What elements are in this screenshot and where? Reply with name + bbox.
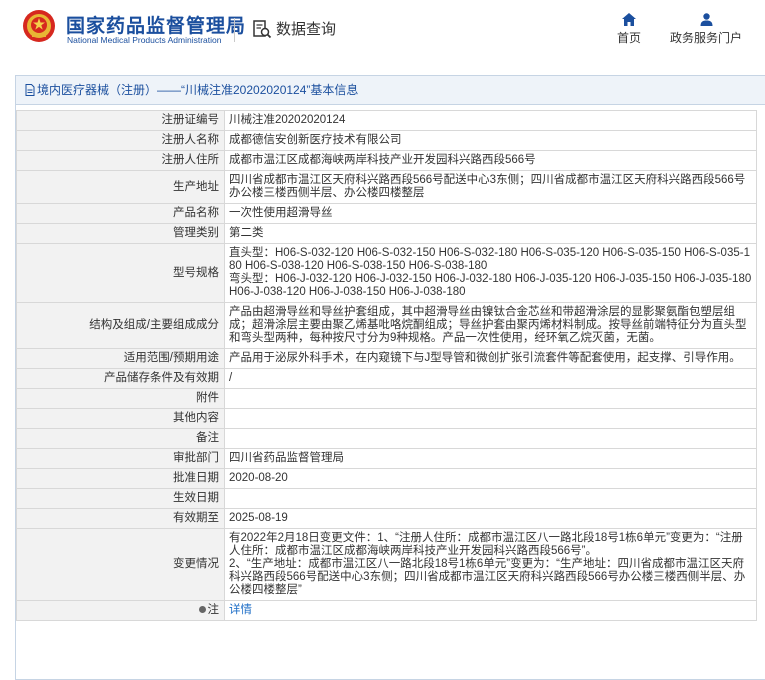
- row-value: 产品用于泌尿外科手术，在内窥镜下与J型导管和微创扩张引流套件等配套使用，起支撑、…: [224, 348, 757, 369]
- table-row: 有效期至 2025-08-19: [16, 508, 757, 529]
- row-value: [224, 408, 757, 429]
- row-label: 生产地址: [16, 170, 225, 204]
- table-row: 适用范围/预期用途 产品用于泌尿外科手术，在内窥镜下与J型导管和微创扩张引流套件等…: [16, 348, 757, 369]
- table-row: 生产地址 四川省成都市温江区天府科兴路西段566号配送中心3东侧；四川省成都市温江…: [16, 170, 757, 204]
- details-link[interactable]: 详情: [229, 604, 252, 616]
- row-label: 管理类别: [16, 223, 225, 244]
- pin-icon: [198, 606, 206, 613]
- table-row: 注册人住所 成都市温江区成都海峡两岸科技产业开发园科兴路西段566号: [16, 150, 757, 171]
- home-icon: [622, 13, 636, 26]
- nav-home-label: 首页: [616, 31, 641, 45]
- row-value: 直头型：H06-S-032-120 H06-S-032-150 H06-S-03…: [224, 243, 757, 303]
- data-query-label: 数据查询: [276, 21, 337, 38]
- row-label: 注册人名称: [16, 130, 225, 151]
- row-value: 川械注准20202020124: [224, 110, 757, 131]
- row-value: 成都德信安创新医疗技术有限公司: [224, 130, 757, 151]
- site-name[interactable]: 国家药品监督管理局: [66, 11, 246, 38]
- row-value: /: [224, 368, 757, 389]
- table-row: 批准日期 2020-08-20: [16, 468, 757, 489]
- data-query-link[interactable]: 数据查询: [252, 18, 336, 39]
- table-row-note: 注 详情: [16, 600, 757, 621]
- row-value: 第二类: [224, 223, 757, 244]
- breadcrumb-text: 境内医疗器械（注册）——“川械注准20202020124”基本信息: [37, 83, 359, 97]
- breadcrumb: 境内医疗器械（注册）——“川械注准20202020124”基本信息: [16, 76, 765, 105]
- table-row: 注册人名称 成都德信安创新医疗技术有限公司: [16, 130, 757, 151]
- row-label: 产品储存条件及有效期: [16, 368, 225, 389]
- detail-panel: 境内医疗器械（注册）——“川械注准20202020124”基本信息 注册证编号川…: [15, 75, 765, 680]
- row-value: [224, 388, 757, 409]
- table-row: 生效日期: [16, 488, 757, 509]
- table-row: 型号规格 直头型：H06-S-032-120 H06-S-032-150 H06-…: [16, 243, 757, 303]
- row-value: [224, 488, 757, 509]
- row-label: 注册人住所: [16, 150, 225, 171]
- row-label: 有效期至: [16, 508, 225, 529]
- row-value: 产品由超滑导丝和导丝护套组成，其中超滑导丝由镍钛合金芯丝和带超滑涂层的显影聚氨酯…: [224, 302, 757, 349]
- table-row: 产品名称 一次性使用超滑导丝: [16, 203, 757, 224]
- national-emblem-icon: [23, 10, 55, 42]
- table-row: 附件: [16, 388, 757, 409]
- row-label: 附件: [16, 388, 225, 409]
- row-label: 型号规格: [16, 243, 225, 303]
- table-row: 备注: [16, 428, 757, 449]
- row-label: 产品名称: [16, 203, 225, 224]
- document-search-icon: [253, 19, 272, 38]
- user-icon: [700, 13, 712, 26]
- row-label: 审批部门: [16, 448, 225, 469]
- row-label: 注册证编号: [16, 110, 225, 131]
- row-value: 成都市温江区成都海峡两岸科技产业开发园科兴路西段566号: [224, 150, 757, 171]
- row-label: 适用范围/预期用途: [16, 348, 225, 369]
- table-row: 产品储存条件及有效期 /: [16, 368, 757, 389]
- detail-table: 注册证编号 川械注准20202020124 注册人名称 成都德信安创新医疗技术有限公司…: [16, 110, 757, 621]
- row-label: 结构及组成/主要组成成分: [16, 302, 225, 349]
- table-row: 管理类别 第二类: [16, 223, 757, 244]
- site-name-en: National Medical Products Administration: [67, 35, 222, 45]
- nav-home[interactable]: 首页: [614, 13, 644, 46]
- table-row: 审批部门 四川省药品监督管理局: [16, 448, 757, 469]
- row-value: 有2022年2月18日变更文件：1、“注册人住所：成都市温江区八一路北段18号1…: [224, 528, 757, 601]
- row-value: [224, 428, 757, 449]
- note-value: 详情: [224, 600, 757, 621]
- row-value: 四川省成都市温江区天府科兴路西段566号配送中心3东侧；四川省成都市温江区天府科…: [224, 170, 757, 204]
- table-row: 结构及组成/主要组成成分 产品由超滑导丝和导丝护套组成，其中超滑导丝由镍钛合金芯丝…: [16, 302, 757, 349]
- nav-services-label: 政务服务门户: [669, 31, 742, 45]
- row-label: 批准日期: [16, 468, 225, 489]
- header-divider: [234, 18, 235, 42]
- row-label: 备注: [16, 428, 225, 449]
- document-icon: [25, 84, 35, 96]
- row-value: 一次性使用超滑导丝: [224, 203, 757, 224]
- note-label: 注: [16, 600, 225, 621]
- table-row: 注册证编号 川械注准20202020124: [16, 110, 757, 131]
- row-value: 四川省药品监督管理局: [224, 448, 757, 469]
- nav-services[interactable]: 政务服务门户: [666, 13, 746, 46]
- row-value: 2025-08-19: [224, 508, 757, 529]
- site-header: 国家药品监督管理局 National Medical Products Admi…: [0, 0, 765, 64]
- row-value: 2020-08-20: [224, 468, 757, 489]
- row-label: 其他内容: [16, 408, 225, 429]
- table-row: 其他内容: [16, 408, 757, 429]
- row-label: 生效日期: [16, 488, 225, 509]
- table-row: 变更情况 有2022年2月18日变更文件：1、“注册人住所：成都市温江区八一路北段…: [16, 528, 757, 601]
- row-label: 变更情况: [16, 528, 225, 601]
